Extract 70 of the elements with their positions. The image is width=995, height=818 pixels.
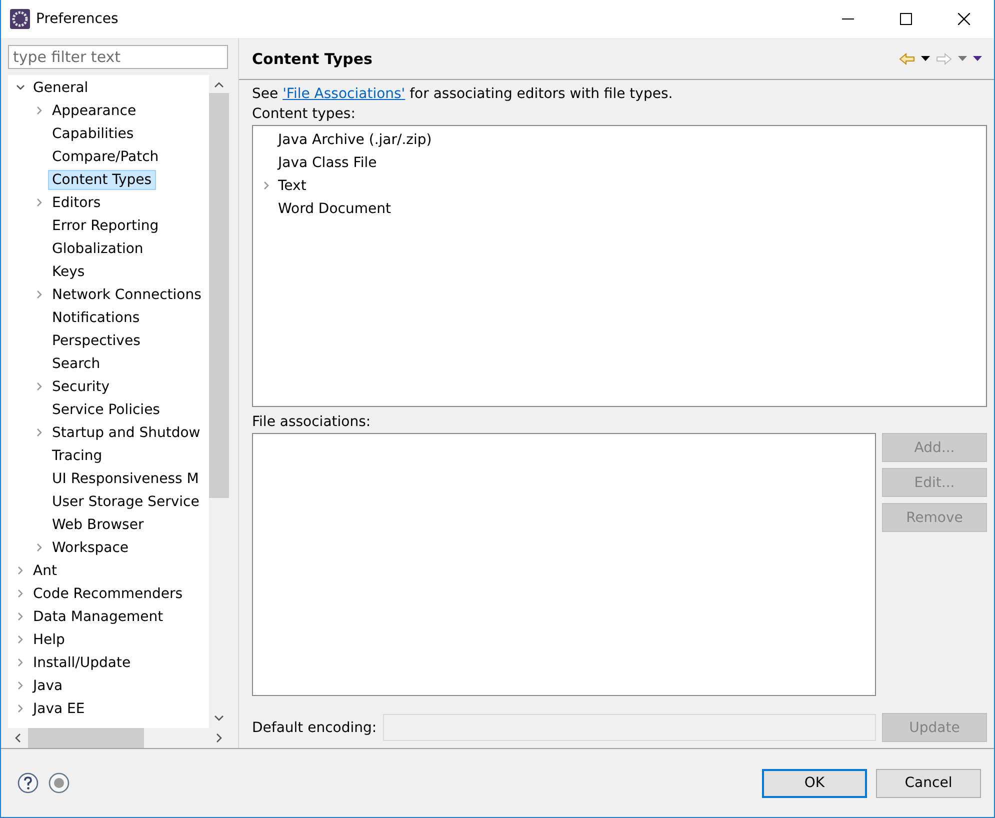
back-arrow-icon[interactable] xyxy=(899,52,915,64)
expand-icon[interactable] xyxy=(16,681,25,690)
tree-item[interactable]: Capabilities xyxy=(48,124,138,144)
scroll-right-icon[interactable] xyxy=(215,733,223,743)
tree-item[interactable]: Help xyxy=(29,630,69,650)
expand-icon[interactable] xyxy=(35,290,44,299)
expand-icon[interactable] xyxy=(35,198,44,207)
content-type-item[interactable]: Java Class File xyxy=(278,154,377,170)
scroll-down-icon[interactable] xyxy=(214,714,224,722)
file-associations-label: File associations: xyxy=(252,414,372,430)
tree-item[interactable]: Tracing xyxy=(48,446,106,466)
tree-item[interactable]: Globalization xyxy=(48,238,148,258)
forward-arrow-icon[interactable] xyxy=(936,52,952,64)
tree-item[interactable]: Startup and Shutdow xyxy=(48,422,204,442)
expand-icon[interactable] xyxy=(262,181,271,190)
scroll-up-icon[interactable] xyxy=(214,81,224,89)
app-icon xyxy=(10,9,30,29)
expand-icon[interactable] xyxy=(35,382,44,391)
tree-item[interactable]: Service Policies xyxy=(48,400,164,420)
tree-item[interactable]: UI Responsiveness M xyxy=(48,468,203,488)
tree-item[interactable]: Web Browser xyxy=(48,514,148,534)
help-icon[interactable] xyxy=(17,772,39,794)
tree-item[interactable]: Appearance xyxy=(48,100,140,120)
tree-item[interactable]: Code Recommenders xyxy=(29,584,187,604)
encoding-label: Default encoding: xyxy=(252,720,377,736)
tree-item[interactable]: Security xyxy=(48,376,114,396)
expand-icon[interactable] xyxy=(35,543,44,552)
tree-item[interactable]: Data Management xyxy=(29,606,168,626)
filter-field[interactable]: type filter text xyxy=(8,45,228,69)
dialog-button[interactable]: OK xyxy=(762,768,867,798)
scroll-left-icon[interactable] xyxy=(14,733,22,743)
record-icon[interactable] xyxy=(48,772,70,794)
dropdown-icon[interactable] xyxy=(921,56,930,61)
tree-item[interactable]: Notifications xyxy=(48,308,144,328)
content-types-label: Content types: xyxy=(252,106,356,122)
expand-icon[interactable] xyxy=(16,658,25,667)
tree-item[interactable]: Compare/Patch xyxy=(48,146,163,166)
expand-icon[interactable] xyxy=(16,704,25,713)
tree-item[interactable]: Workspace xyxy=(48,538,133,558)
tree-item[interactable]: General xyxy=(29,78,92,98)
tree-item[interactable]: Java xyxy=(29,676,67,696)
menu-icon[interactable] xyxy=(973,56,982,61)
content-type-item[interactable]: Java Archive (.jar/.zip) xyxy=(278,132,432,148)
collapse-icon[interactable] xyxy=(16,83,25,92)
window-title: Preferences xyxy=(36,11,118,27)
intro-text: See 'File Associations' for associating editors with file types. xyxy=(252,86,674,102)
expand-icon[interactable] xyxy=(16,635,25,644)
tree-item[interactable]: Install/Update xyxy=(29,652,135,672)
expand-icon[interactable] xyxy=(16,566,25,575)
tree-item[interactable]: Ant xyxy=(29,560,61,580)
dialog-button[interactable]: Cancel xyxy=(876,768,981,798)
tree-item[interactable]: Keys xyxy=(48,262,89,282)
tree-item[interactable]: Java EE xyxy=(29,698,89,718)
tree-item[interactable]: Content Types xyxy=(48,170,156,190)
expand-icon[interactable] xyxy=(35,428,44,437)
tree-item[interactable]: Network Connections xyxy=(48,284,206,304)
file-associations-link[interactable]: 'File Associations' xyxy=(282,86,406,102)
expand-icon[interactable] xyxy=(16,612,25,621)
page-title: Content Types xyxy=(252,50,372,68)
expand-icon[interactable] xyxy=(35,106,44,115)
expand-icon[interactable] xyxy=(16,589,25,598)
close-icon[interactable] xyxy=(958,13,970,25)
content-type-item[interactable]: Word Document xyxy=(278,200,391,216)
tree-item[interactable]: Search xyxy=(48,354,104,374)
maximize-icon[interactable] xyxy=(900,13,912,25)
tree-item[interactable]: Error Reporting xyxy=(48,216,163,236)
tree-item[interactable]: User Storage Service xyxy=(48,492,204,512)
tree-item[interactable]: Perspectives xyxy=(48,330,144,350)
content-type-item[interactable]: Text xyxy=(278,178,306,194)
tree-item[interactable]: Editors xyxy=(48,192,105,212)
